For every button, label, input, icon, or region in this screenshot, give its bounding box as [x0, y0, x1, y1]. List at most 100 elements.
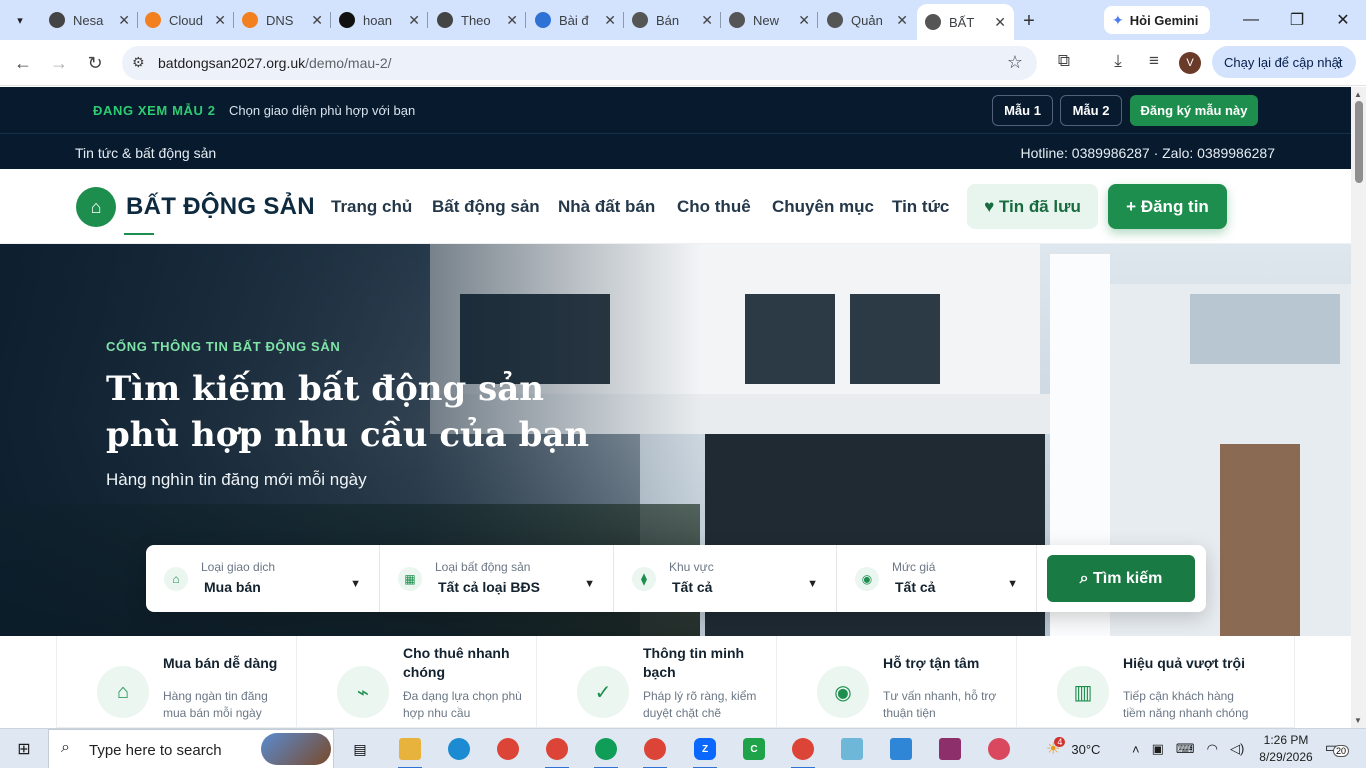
tab-title: New	[753, 12, 780, 28]
scroll-up-icon[interactable]: ▲	[1354, 90, 1362, 99]
camtasia-icon[interactable]: C	[734, 733, 774, 765]
nav-active-indicator	[124, 233, 154, 235]
volume-icon[interactable]: ◁)	[1230, 741, 1244, 757]
reload-icon[interactable]: ↻	[81, 49, 109, 77]
search-button[interactable]: ⌕ Tìm kiếm	[1047, 555, 1195, 602]
tab-title: DNS	[266, 12, 294, 28]
back-icon[interactable]: ←	[9, 49, 37, 77]
post-listing-button[interactable]: + Đăng tin	[1108, 184, 1227, 229]
scrollbar-thumb[interactable]	[1355, 101, 1363, 183]
chrome-profile-icon[interactable]	[586, 733, 626, 768]
field-value: Mua bán	[204, 579, 261, 595]
info-bar: Tin tức & bất động sản Hotline: 03899862…	[0, 133, 1351, 169]
wifi-icon[interactable]: ◠	[1207, 741, 1218, 757]
browser-tab[interactable]: Nesa ✕	[41, 6, 138, 34]
gemini-button[interactable]: ✦ Hỏi Gemini	[1104, 6, 1210, 34]
minimize-icon[interactable]: —	[1228, 0, 1274, 40]
register-template-button[interactable]: Đăng ký mẫu này	[1130, 95, 1258, 126]
task-view-icon[interactable]: ▤	[340, 733, 380, 765]
close-tab-icon[interactable]: ✕	[701, 12, 713, 29]
extensions-icon[interactable]: ⧉	[1053, 51, 1075, 71]
close-tab-icon[interactable]: ✕	[214, 12, 226, 29]
price-select[interactable]: ◉ Mức giá Tất cả ▼	[837, 545, 1037, 612]
url-text[interactable]: batdongsan2027.org.uk/demo/mau-2/	[158, 55, 392, 71]
bookmark-star-icon[interactable]: ☆	[1007, 52, 1023, 73]
search-icon: ⌕	[61, 739, 70, 756]
weather-widget[interactable]: ☀ 4 30°C	[1046, 729, 1100, 768]
browser-tab[interactable]: Cloud ✕	[137, 6, 234, 34]
close-tab-icon[interactable]: ✕	[896, 12, 908, 29]
browser-tab[interactable]: hoan ✕	[331, 6, 428, 34]
nav-item-news[interactable]: Tin tức	[892, 197, 949, 217]
chevron-up-icon[interactable]: ˄	[1132, 742, 1140, 757]
browser-tab[interactable]: Quản ✕	[819, 6, 916, 34]
profile-avatar[interactable]: V	[1179, 52, 1201, 74]
system-clock[interactable]: 1:26 PM 8/29/2026	[1251, 732, 1321, 766]
taskbar-search[interactable]: ⌕ Type here to search	[48, 729, 334, 768]
site-info-icon[interactable]: ⚙	[132, 54, 150, 72]
close-tab-icon[interactable]: ✕	[311, 12, 323, 29]
logo-text[interactable]: BẤT ĐỘNG SẢN	[126, 193, 315, 221]
nav-item-categories[interactable]: Chuyên mục	[772, 197, 874, 217]
browser-tab[interactable]: New ✕	[721, 6, 818, 34]
address-bar[interactable]: ⚙ batdongsan2027.org.uk/demo/mau-2/ ☆	[122, 46, 1037, 80]
nav-item-real-estate[interactable]: Bất động sản	[432, 197, 540, 217]
tab-search-button[interactable]: ▾	[6, 6, 34, 34]
template-1-button[interactable]: Mẫu 1	[992, 95, 1053, 126]
forward-icon[interactable]: →	[45, 49, 73, 77]
new-tab-button[interactable]: +	[1016, 8, 1042, 34]
building-icon: ▦	[398, 567, 422, 591]
browser-tab[interactable]: BẤT ✕	[917, 4, 1014, 40]
chrome-profile-icon[interactable]	[537, 733, 577, 768]
flag-icon	[535, 12, 551, 28]
notification-icon[interactable]: ▭ 20	[1325, 739, 1350, 757]
meet-icon[interactable]: ▣	[1152, 741, 1164, 757]
cloudflare-icon	[242, 12, 258, 28]
transaction-type-select[interactable]: ⌂ Loại giao dịch Mua bán ▼	[146, 545, 380, 612]
chrome-icon[interactable]	[488, 733, 528, 765]
media-icon[interactable]: ≡	[1143, 51, 1165, 71]
download-icon[interactable]: ⤓	[1107, 51, 1129, 71]
nav-item-for-sale[interactable]: Nhà đất bán	[558, 197, 655, 217]
close-tab-icon[interactable]: ✕	[506, 12, 518, 29]
zalo-icon[interactable]: Z	[685, 733, 725, 768]
area-select[interactable]: ⧫ Khu vực Tất cả ▼	[614, 545, 837, 612]
browser-tab[interactable]: Bán ✕	[624, 6, 721, 34]
browser-tab[interactable]: DNS ✕	[234, 6, 331, 34]
browser-tab[interactable]: Bài đ ✕	[527, 6, 624, 34]
support-icon: ◉	[817, 666, 869, 718]
browser-tab[interactable]: Theo ✕	[429, 6, 526, 34]
close-tab-icon[interactable]: ✕	[798, 12, 810, 29]
demo-label: ĐANG XEM MẪU 2	[93, 103, 216, 118]
tab-title: Cloud	[169, 12, 203, 28]
logo-icon[interactable]: ⌂	[76, 187, 116, 227]
edge-icon[interactable]	[439, 733, 479, 765]
update-button[interactable]: Chạy lại để cập nhật ⋮	[1212, 46, 1356, 78]
restore-icon[interactable]: ❐	[1274, 0, 1320, 40]
close-tab-icon[interactable]: ✕	[604, 12, 616, 29]
chrome-profile-icon[interactable]	[783, 733, 823, 768]
file-explorer-icon[interactable]	[390, 733, 430, 768]
system-tray: ˄ ▣ ⌨ ◠ ◁)	[1132, 729, 1244, 768]
close-tab-icon[interactable]: ✕	[118, 12, 130, 29]
menu-dots-icon[interactable]: ⋮	[1332, 54, 1346, 71]
close-tab-icon[interactable]: ✕	[994, 14, 1006, 31]
nav-item-home[interactable]: Trang chủ	[331, 197, 412, 217]
language-icon[interactable]: ⌨	[1176, 741, 1195, 757]
template-2-button[interactable]: Mẫu 2	[1060, 95, 1122, 126]
update-label: Chạy lại để cập nhật	[1224, 54, 1343, 70]
notepad-icon[interactable]	[832, 733, 872, 765]
close-window-icon[interactable]: ✕	[1320, 0, 1366, 40]
windows-start-icon[interactable]: ⊞	[0, 729, 48, 768]
hotline-text[interactable]: Hotline: 0389986287 · Zalo: 0389986287	[1020, 145, 1275, 161]
nav-item-for-rent[interactable]: Cho thuê	[677, 197, 751, 217]
saved-listings-button[interactable]: ♥ Tin đã lưu	[967, 184, 1098, 229]
photos-icon[interactable]	[881, 733, 921, 765]
property-type-select[interactable]: ▦ Loại bất động sản Tất cả loại BĐS ▼	[380, 545, 614, 612]
page-scrollbar[interactable]: ▲ ▼	[1351, 87, 1366, 728]
network-tool-icon[interactable]	[979, 733, 1019, 765]
close-tab-icon[interactable]: ✕	[408, 12, 420, 29]
winrar-icon[interactable]	[930, 733, 970, 765]
scroll-down-icon[interactable]: ▼	[1354, 716, 1362, 725]
chrome-profile-icon[interactable]	[635, 733, 675, 768]
